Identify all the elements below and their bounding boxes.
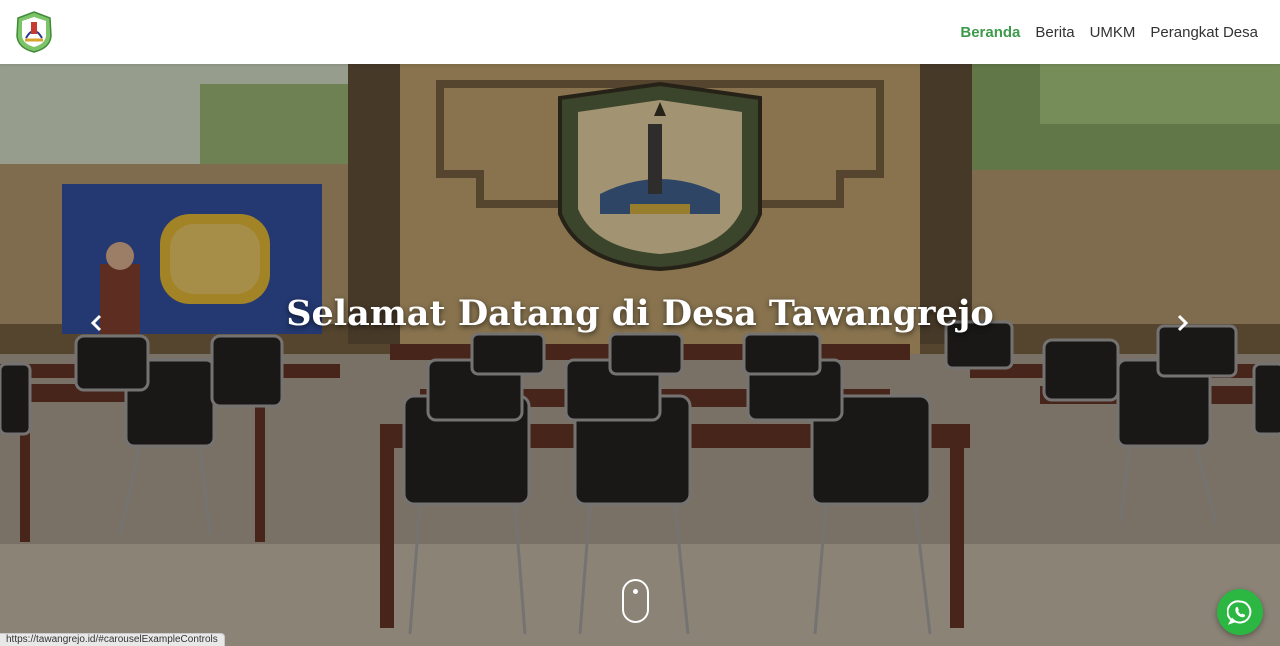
carousel-prev-button[interactable] [81,308,111,338]
nav-link-umkm[interactable]: UMKM [1090,24,1136,41]
nav-link-berita[interactable]: Berita [1035,24,1074,41]
carousel-next-button[interactable] [1168,308,1198,338]
whatsapp-icon [1227,600,1252,625]
navbar: Beranda Berita UMKM Perangkat Desa [0,0,1280,64]
mouse-scroll-icon[interactable] [622,579,649,623]
whatsapp-button[interactable] [1217,589,1263,635]
hero-carousel: Selamat Datang di Desa Tawangrejo [0,64,1280,646]
nav-link-beranda[interactable]: Beranda [960,24,1020,41]
hero-title: Selamat Datang di Desa Tawangrejo [286,293,994,334]
status-bar-url: https://tawangrejo.id/#carouselExampleCo… [0,633,225,646]
chevron-left-icon [90,314,102,332]
chevron-right-icon [1177,314,1189,332]
nav-link-perangkat-desa[interactable]: Perangkat Desa [1150,24,1258,41]
main-nav: Beranda Berita UMKM Perangkat Desa [960,24,1258,41]
hero-overlay [0,64,1280,646]
scroll-dot [633,589,638,594]
village-emblem-logo[interactable] [14,10,54,54]
